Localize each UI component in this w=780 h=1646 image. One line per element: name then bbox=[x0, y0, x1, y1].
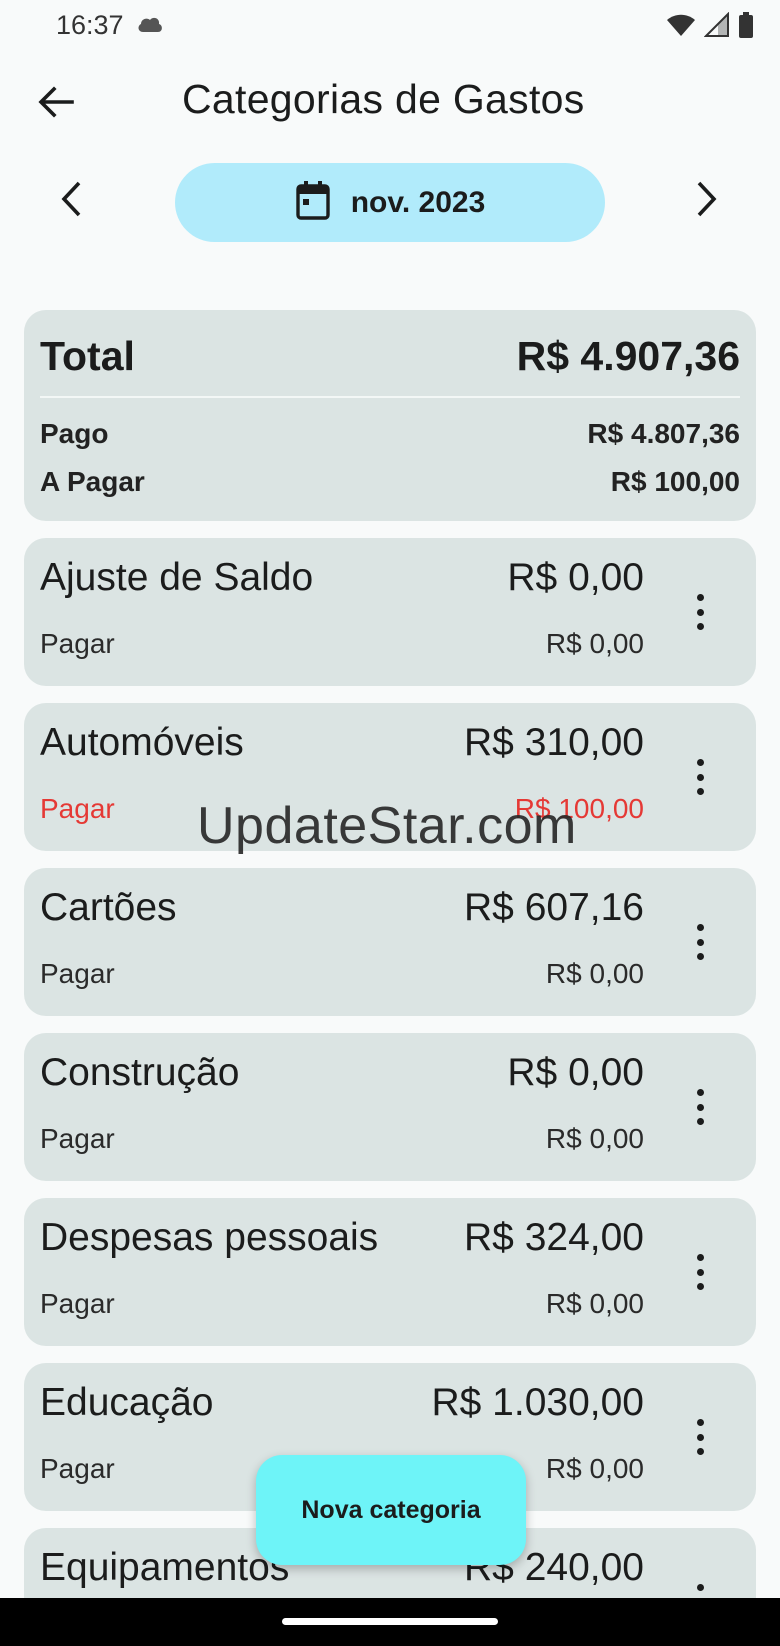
category-name: Cartões bbox=[40, 886, 177, 929]
wifi-icon bbox=[666, 12, 696, 43]
category-pay-label: Pagar bbox=[40, 1453, 115, 1484]
category-pay-value: R$ 0,00 bbox=[545, 628, 644, 659]
category-pay-value: R$ 0,00 bbox=[545, 958, 644, 989]
category-total: R$ 607,16 bbox=[464, 886, 644, 929]
paid-value: R$ 4.807,36 bbox=[587, 418, 740, 449]
category-total: R$ 310,00 bbox=[464, 721, 644, 764]
status-icons bbox=[666, 11, 754, 43]
to-pay-label: A Pagar bbox=[40, 466, 145, 497]
new-category-button[interactable]: Nova categoria bbox=[256, 1455, 526, 1565]
month-picker-button[interactable]: nov. 2023 bbox=[175, 163, 605, 242]
signal-icon bbox=[703, 11, 730, 43]
summary-to-pay-row: A Pagar R$ 100,00 bbox=[40, 466, 740, 498]
more-vertical-icon[interactable] bbox=[690, 1413, 710, 1461]
summary-card: Total R$ 4.907,36 Pago R$ 4.807,36 A Pag… bbox=[24, 310, 756, 521]
status-time: 16:37 bbox=[56, 10, 124, 40]
total-value: R$ 4.907,36 bbox=[516, 332, 740, 379]
category-list[interactable]: Total R$ 4.907,36 Pago R$ 4.807,36 A Pag… bbox=[24, 310, 756, 1646]
category-pay-value: R$ 0,00 bbox=[545, 1288, 644, 1319]
paid-label: Pago bbox=[40, 418, 109, 449]
summary-total-row: Total R$ 4.907,36 bbox=[40, 330, 740, 382]
category-pay-value: R$ 0,00 bbox=[545, 1123, 644, 1154]
back-button[interactable] bbox=[30, 78, 82, 130]
category-card-despesas-pessoais[interactable]: Despesas pessoais R$ 324,00 Pagar R$ 0,0… bbox=[24, 1198, 756, 1346]
battery-icon bbox=[738, 12, 754, 43]
category-card-construcao[interactable]: Construção R$ 0,00 Pagar R$ 0,00 bbox=[24, 1033, 756, 1181]
category-name: Equipamentos bbox=[40, 1546, 290, 1589]
category-pay-label: Pagar bbox=[40, 793, 115, 824]
chevron-left-icon bbox=[59, 180, 83, 223]
calendar-icon bbox=[295, 180, 331, 225]
app-bar: Categorias de Gastos bbox=[0, 62, 780, 142]
next-month-button[interactable] bbox=[680, 174, 734, 228]
category-name: Automóveis bbox=[40, 721, 244, 764]
month-selector: nov. 2023 bbox=[0, 160, 780, 242]
category-name: Ajuste de Saldo bbox=[40, 556, 314, 599]
category-total: R$ 324,00 bbox=[464, 1216, 644, 1259]
more-vertical-icon[interactable] bbox=[690, 1083, 710, 1131]
category-card-ajuste-de-saldo[interactable]: Ajuste de Saldo R$ 0,00 Pagar R$ 0,00 bbox=[24, 538, 756, 686]
category-pay-label: Pagar bbox=[40, 958, 115, 989]
watermark: UpdateStar.com bbox=[197, 797, 577, 855]
home-gesture-handle[interactable] bbox=[282, 1618, 498, 1625]
category-pay-label: Pagar bbox=[40, 628, 115, 659]
category-card-cartoes[interactable]: Cartões R$ 607,16 Pagar R$ 0,00 bbox=[24, 868, 756, 1016]
system-navigation-bar bbox=[0, 1598, 780, 1646]
summary-paid-row: Pago R$ 4.807,36 bbox=[40, 418, 740, 450]
category-pay-label: Pagar bbox=[40, 1123, 115, 1154]
category-name: Despesas pessoais bbox=[40, 1216, 379, 1259]
more-vertical-icon[interactable] bbox=[690, 753, 710, 801]
category-total: R$ 0,00 bbox=[507, 556, 644, 599]
more-vertical-icon[interactable] bbox=[690, 918, 710, 966]
chevron-right-icon bbox=[695, 180, 719, 223]
category-pay-label: Pagar bbox=[40, 1288, 115, 1319]
summary-divider bbox=[40, 396, 740, 398]
more-vertical-icon[interactable] bbox=[690, 1248, 710, 1296]
category-total: R$ 0,00 bbox=[507, 1051, 644, 1094]
category-pay-value: R$ 0,00 bbox=[545, 1453, 644, 1484]
arrow-left-icon bbox=[38, 85, 74, 123]
total-label: Total bbox=[40, 332, 135, 379]
category-total: R$ 1.030,00 bbox=[431, 1381, 644, 1424]
page-title: Categorias de Gastos bbox=[182, 76, 585, 122]
more-vertical-icon[interactable] bbox=[690, 588, 710, 636]
category-name: Construção bbox=[40, 1051, 240, 1094]
cloud-icon bbox=[136, 14, 164, 39]
previous-month-button[interactable] bbox=[44, 174, 98, 228]
to-pay-value: R$ 100,00 bbox=[610, 466, 740, 497]
status-bar: 16:37 bbox=[0, 0, 780, 52]
month-label: nov. 2023 bbox=[350, 185, 486, 219]
category-name: Educação bbox=[40, 1381, 214, 1424]
